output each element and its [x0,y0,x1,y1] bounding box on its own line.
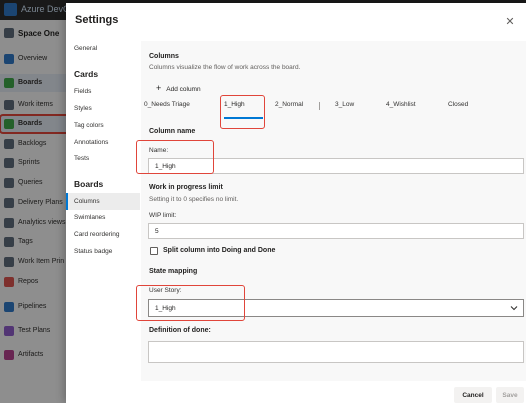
tab-high[interactable]: 1_High [224,101,245,108]
user-story-value: 1_High [155,305,176,312]
definition-of-done-field[interactable] [148,341,524,363]
tab-closed[interactable]: Closed [448,101,468,108]
column-name-input[interactable] [148,158,524,174]
tab-separator [319,102,320,110]
tab-needs-triage[interactable]: 0_Needs Triage [144,101,190,108]
wip-limit-input[interactable] [148,223,524,239]
add-column-button[interactable]: + Add column [156,82,201,94]
tab-normal[interactable]: 2_Normal [275,101,303,108]
wip-limit-label: WIP limit: [149,212,177,219]
nav-annotations[interactable]: Annotations [74,139,108,146]
split-column-label: Split column into Doing and Done [163,247,276,254]
columns-heading: Columns [149,53,179,60]
nav-styles[interactable]: Styles [74,105,92,112]
name-label: Name: [149,147,169,154]
user-story-label: User Story: [149,287,182,294]
nav-fields[interactable]: Fields [74,88,91,95]
active-tab-underline [224,117,263,119]
nav-status-badge[interactable]: Status badge [74,248,112,255]
nav-tag-colors[interactable]: Tag colors [74,122,104,129]
nav-card-reordering[interactable]: Card reordering [74,231,120,238]
nav-group-cards: Cards [74,69,99,79]
nav-swimlanes[interactable]: Swimlanes [74,214,105,221]
nav-general[interactable]: General [74,45,97,52]
plus-icon: + [156,83,162,93]
user-story-select[interactable]: 1_High [148,299,524,317]
cancel-button[interactable]: Cancel [454,387,492,403]
wip-description: Setting it to 0 specifies no limit. [149,196,239,203]
columns-description: Columns visualize the flow of work acros… [149,64,301,71]
tab-wishlist[interactable]: 4_Wishlist [386,101,416,108]
tab-low[interactable]: 3_Low [335,101,354,108]
save-button[interactable]: Save [496,387,524,403]
chevron-down-icon [510,306,518,311]
close-icon: ✕ [505,16,515,28]
column-name-heading: Column name [149,128,196,135]
nav-columns[interactable]: Columns [66,193,140,210]
settings-dialog: Settings ✕ General Cards Fields Styles T… [66,3,526,403]
dialog-title: Settings [75,14,119,26]
nav-group-boards: Boards [74,179,104,189]
nav-tests[interactable]: Tests [74,155,89,162]
definition-of-done-label: Definition of done: [149,327,211,334]
wip-heading: Work in progress limit [149,184,223,191]
close-button[interactable]: ✕ [503,15,517,29]
add-column-label: Add column [166,86,201,93]
state-mapping-heading: State mapping [149,268,198,275]
split-column-checkbox[interactable] [150,247,158,255]
